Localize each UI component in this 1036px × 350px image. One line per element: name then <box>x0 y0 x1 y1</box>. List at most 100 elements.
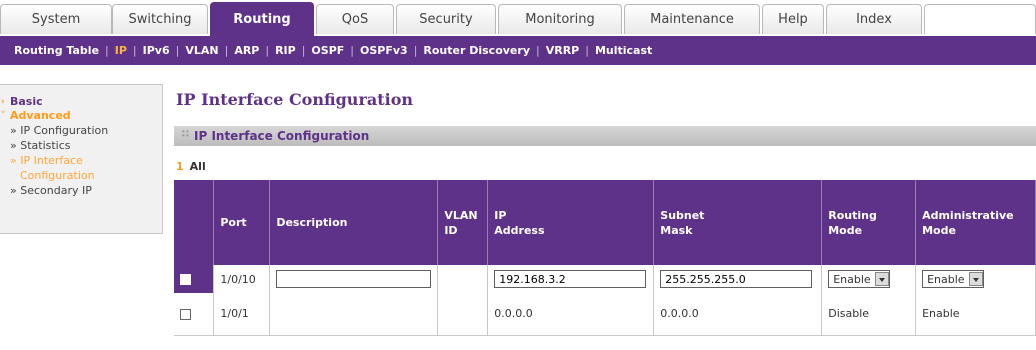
row-ip-address: 0.0.0.0 <box>487 293 655 336</box>
sidebar-advanced-label: Advanced <box>10 109 71 122</box>
dropdown-arrow-icon[interactable] <box>874 272 889 286</box>
tab-qos[interactable]: QoS <box>316 4 394 34</box>
subnav-ospf[interactable]: OSPF <box>305 44 350 57</box>
subnav-vlan[interactable]: VLAN <box>179 44 224 57</box>
admin-mode-value: Enable <box>927 272 965 286</box>
page-all-link[interactable]: All <box>190 160 206 173</box>
header-line: Mode <box>922 223 956 237</box>
subnav-arp[interactable]: ARP <box>228 44 265 57</box>
sidebar-item-secondary-ip[interactable]: » Secondary IP <box>0 183 162 198</box>
header-line: VLAN <box>444 208 478 222</box>
sidebar-basic-label: Basic <box>10 95 43 108</box>
tab-label: Monitoring <box>525 12 595 27</box>
subnet-mask-input[interactable] <box>660 270 813 288</box>
sidebar-item-ip-interface-configuration[interactable]: Configuration <box>0 168 162 183</box>
grip-dots-icon: ∷ <box>182 129 189 140</box>
tab-label: Switching <box>128 12 192 27</box>
sidebar-basic[interactable]: › Basic <box>0 95 162 109</box>
tab-index[interactable]: Index <box>826 4 922 34</box>
edit-row-ip-cell <box>487 265 655 293</box>
edit-row-subnet-cell <box>653 265 823 293</box>
panel-title: IP Interface Configuration <box>194 129 370 143</box>
table-header-row: Port Description VLAN ID IP Address Subnet… <box>174 180 1036 265</box>
edit-row-vlan-cell <box>437 265 489 293</box>
header-line: Routing <box>828 208 877 222</box>
tab-label: System <box>31 12 81 27</box>
row-admin-mode: Enable <box>915 293 1036 336</box>
dropdown-arrow-icon[interactable] <box>968 272 983 286</box>
sidebar-item-ip-interface[interactable]: » IP Interface <box>0 153 162 168</box>
routing-mode-select[interactable]: Enable <box>828 270 890 288</box>
tab-monitoring[interactable]: Monitoring <box>498 4 622 34</box>
subnav-multicast[interactable]: Multicast <box>589 44 658 57</box>
sidebar-item-statistics[interactable]: » Statistics <box>0 138 162 153</box>
subnav-ospfv3[interactable]: OSPFv3 <box>354 44 414 57</box>
admin-mode-select[interactable]: Enable <box>922 270 984 288</box>
row-vlan-id <box>437 293 489 336</box>
tab-label: Index <box>856 12 892 27</box>
col-header-vlan-id: VLAN ID <box>437 180 489 265</box>
routing-mode-value: Enable <box>833 272 871 286</box>
row-port: 1/0/1 <box>213 293 271 336</box>
header-line: Mask <box>660 223 693 237</box>
edit-row-checkbox[interactable] <box>180 274 191 285</box>
header-line: Address <box>494 223 545 237</box>
edit-row-routing-cell: Enable <box>821 265 917 293</box>
row-description <box>269 293 439 336</box>
edit-row-description-cell <box>269 265 439 293</box>
edit-row: 1/0/10 Enable Enable <box>174 265 1036 293</box>
col-header-ip-address: IP Address <box>487 180 655 265</box>
sub-nav: Routing Table | IP | IPv6 | VLAN | ARP | RIP |… <box>0 36 1036 65</box>
tab-label: Help <box>778 12 808 27</box>
col-header-subnet-mask: Subnet Mask <box>653 180 823 265</box>
ip-address-input[interactable] <box>494 270 647 288</box>
sidebar-item-ip-configuration[interactable]: » IP Configuration <box>0 123 162 138</box>
header-line: Mode <box>828 223 863 237</box>
row-select-cell <box>174 293 215 336</box>
row-checkbox[interactable] <box>180 308 191 320</box>
subnav-routing-table[interactable]: Routing Table <box>8 44 105 57</box>
col-header-description: Description <box>269 180 439 265</box>
tab-label: Routing <box>233 12 291 27</box>
sidebar: › Basic ˅ Advanced » IP Configuration » St… <box>0 84 163 234</box>
tab-label: Maintenance <box>650 12 734 27</box>
col-header-select <box>174 180 215 265</box>
caret-right-icon: › <box>1 97 5 107</box>
top-tab-bar: System Switching Routing QoS Security Mo… <box>0 0 1036 36</box>
tab-routing[interactable]: Routing <box>210 2 314 36</box>
table-row[interactable]: 1/0/1 0.0.0.0 0.0.0.0 Disable Enable <box>174 293 1036 336</box>
header-line: IP <box>494 208 507 222</box>
subnav-ip[interactable]: IP <box>109 44 133 57</box>
subnav-router-discovery[interactable]: Router Discovery <box>417 44 536 57</box>
header-line: Subnet <box>660 208 705 222</box>
tab-security[interactable]: Security <box>396 4 496 34</box>
edit-row-select-cell <box>174 265 215 293</box>
edit-row-port: 1/0/10 <box>213 265 271 293</box>
page-selector: 1 All <box>176 160 206 173</box>
ip-interface-table: Port Description VLAN ID IP Address Subnet… <box>174 180 1036 336</box>
page-number[interactable]: 1 <box>176 160 184 173</box>
tab-switching[interactable]: Switching <box>112 4 208 34</box>
tab-help[interactable]: Help <box>762 4 824 34</box>
row-routing-mode: Disable <box>821 293 917 336</box>
tab-system[interactable]: System <box>0 4 112 34</box>
sidebar-advanced[interactable]: ˅ Advanced <box>0 109 162 123</box>
panel-header: ∷ IP Interface Configuration <box>174 126 1036 146</box>
col-header-port: Port <box>213 180 271 265</box>
page-title: IP Interface Configuration <box>176 90 414 109</box>
header-line: Administrative <box>922 208 1014 222</box>
subnav-vrrp[interactable]: VRRP <box>540 44 586 57</box>
header-line: ID <box>444 223 458 237</box>
row-subnet-mask: 0.0.0.0 <box>653 293 823 336</box>
edit-row-admin-cell: Enable <box>915 265 1036 293</box>
tab-label: QoS <box>341 12 369 27</box>
tab-label: Security <box>419 12 473 27</box>
caret-down-icon: ˅ <box>1 111 6 121</box>
col-header-routing-mode: Routing Mode <box>821 180 917 265</box>
description-input[interactable] <box>276 270 432 288</box>
tab-maintenance[interactable]: Maintenance <box>624 4 760 34</box>
tab-blank <box>924 4 1036 34</box>
col-header-administrative-mode: Administrative Mode <box>915 180 1036 265</box>
subnav-ipv6[interactable]: IPv6 <box>137 44 176 57</box>
subnav-rip[interactable]: RIP <box>269 44 302 57</box>
